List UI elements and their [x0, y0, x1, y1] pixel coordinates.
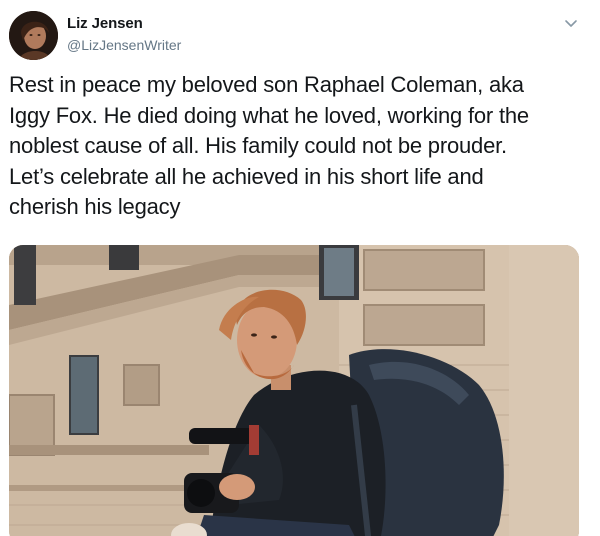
tweet-photo[interactable] — [9, 245, 579, 536]
tweet-card: Liz Jensen @LizJensenWriter Rest in peac… — [0, 0, 600, 536]
user-handle[interactable]: @LizJensenWriter — [67, 36, 181, 54]
avatar-photo — [9, 11, 58, 60]
tweet-text: Rest in peace my beloved son Raphael Col… — [9, 72, 529, 219]
user-info: Liz Jensen @LizJensenWriter — [67, 15, 181, 54]
display-name[interactable]: Liz Jensen — [67, 15, 181, 33]
avatar[interactable] — [9, 11, 58, 60]
photo-image — [9, 245, 579, 536]
chevron-down-icon[interactable] — [564, 16, 578, 30]
